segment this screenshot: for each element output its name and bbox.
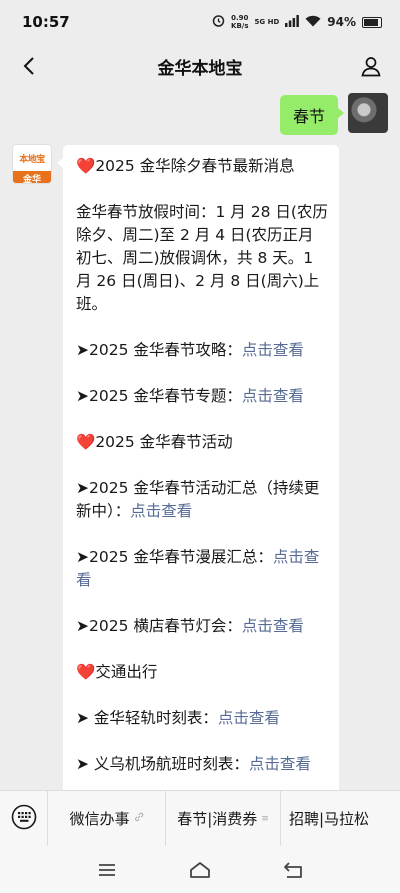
holiday-text: 金华春节放假时间：1 月 28 日(农历除夕、周二)至 2 月 4 日(农历正月… <box>76 203 328 313</box>
bot-avatar-city: 金华 <box>13 171 51 183</box>
bot-avatar-logo-text: 本地宝 <box>19 154 45 165</box>
list-item: ➤ 金华轻轨时刻表：点击查看 <box>76 707 329 730</box>
list-item: ➤2025 横店春节灯会：点击查看 <box>76 615 329 638</box>
profile-person-icon[interactable] <box>356 51 386 81</box>
back-chevron-icon[interactable] <box>14 51 44 81</box>
view-link[interactable]: 点击查看 <box>242 617 304 635</box>
list-item-label: ➤2025 金华春节活动汇总（持续更新中）： <box>76 479 320 520</box>
menu-item-label: 春节|消费券 <box>177 810 258 828</box>
back-icon[interactable] <box>273 850 313 890</box>
status-icons: 0.90 KB/s 5G HD 94% <box>212 14 382 30</box>
link-icon <box>134 812 144 825</box>
user-avatar[interactable] <box>348 93 388 133</box>
view-link[interactable]: 点击查看 <box>218 709 280 727</box>
menu-icon[interactable] <box>87 850 127 890</box>
heart-icon: ❤️ <box>76 433 96 451</box>
home-icon[interactable] <box>180 850 220 890</box>
user-message-row: 春节 <box>279 93 388 135</box>
list-item: ➤2025 金华春节专题：点击查看 <box>76 385 329 408</box>
heart-icon: ❤️ <box>76 157 96 175</box>
section-heading-text: 交通出行 <box>95 663 158 681</box>
status-bar: 10:57 0.90 KB/s 5G HD 94% <box>0 0 400 44</box>
submenu-icon: ≡ <box>261 813 269 824</box>
menu-item-wechat-services[interactable]: 微信办事 <box>48 790 166 847</box>
wifi-icon <box>305 15 321 30</box>
net-speed: 0.90 KB/s <box>231 14 248 30</box>
bottom-menu: 微信办事 春节|消费券 ≡ 招聘|马拉松 <box>0 790 400 847</box>
net-speed-unit: KB/s <box>231 22 249 30</box>
status-time: 10:57 <box>22 13 70 31</box>
section-heading-activity: ❤️2025 金华春节活动 <box>76 431 329 454</box>
page-title: 金华本地宝 <box>157 58 243 79</box>
reply-heading: ❤️2025 金华除夕春节最新消息 <box>76 155 329 178</box>
view-link[interactable]: 点击查看 <box>242 341 304 359</box>
list-item: ➤2025 金华春节漫展汇总：点击查看 <box>76 546 329 592</box>
signal-label: 5G HD <box>254 18 280 26</box>
keyboard-icon <box>11 804 37 834</box>
section-heading-text: 2025 金华春节活动 <box>95 433 233 451</box>
nav-bar: 金华本地宝 <box>0 44 400 88</box>
view-link[interactable]: 点击查看 <box>249 755 311 773</box>
reply-heading-text: 2025 金华除夕春节最新消息 <box>95 157 295 175</box>
heart-icon: ❤️ <box>76 663 96 681</box>
bot-avatar[interactable]: 本地宝 金华 <box>12 144 52 184</box>
battery-percent: 94% <box>327 15 356 29</box>
list-item-label: ➤2025 金华春节漫展汇总： <box>76 548 273 566</box>
view-link[interactable]: 点击查看 <box>130 502 192 520</box>
list-item-label: ➤2025 金华春节攻略： <box>76 341 242 359</box>
section-heading-traffic: ❤️交通出行 <box>76 661 329 684</box>
keyboard-button[interactable] <box>0 790 48 847</box>
bot-reply-bubble: ❤️2025 金华除夕春节最新消息 金华春节放假时间：1 月 28 日(农历除夕… <box>57 145 339 790</box>
menu-item-label: 微信办事 <box>69 810 130 828</box>
menu-item-spring-festival[interactable]: 春节|消费券 ≡ <box>166 790 281 847</box>
list-item-label: ➤2025 金华春节专题： <box>76 387 242 405</box>
list-item-label: ➤ 义乌机场航班时刻表： <box>76 755 249 773</box>
net-speed-value: 0.90 <box>231 14 249 22</box>
cell-signal-icon <box>285 14 300 30</box>
list-item-label: ➤ 金华轻轨时刻表： <box>76 709 218 727</box>
user-message-bubble[interactable]: 春节 <box>279 95 345 135</box>
list-item-label: ➤2025 横店春节灯会： <box>76 617 242 635</box>
alarm-icon <box>212 14 225 30</box>
menu-item-label: 招聘|马拉松 <box>289 810 370 828</box>
menu-item-jobs-marathon[interactable]: 招聘|马拉松 <box>281 791 400 847</box>
system-nav-bar <box>0 846 400 893</box>
chat-area[interactable]: 春节 本地宝 金华 ❤️2025 金华除夕春节最新消息 金华春节放假时间：1 月… <box>0 88 400 790</box>
view-link[interactable]: 点击查看 <box>242 387 304 405</box>
battery-icon <box>362 16 382 28</box>
list-item: ➤2025 金华春节攻略：点击查看 <box>76 339 329 362</box>
list-item: ➤ 义乌机场航班时刻表：点击查看 <box>76 753 329 776</box>
list-item: ➤2025 金华春节活动汇总（持续更新中）：点击查看 <box>76 477 329 523</box>
